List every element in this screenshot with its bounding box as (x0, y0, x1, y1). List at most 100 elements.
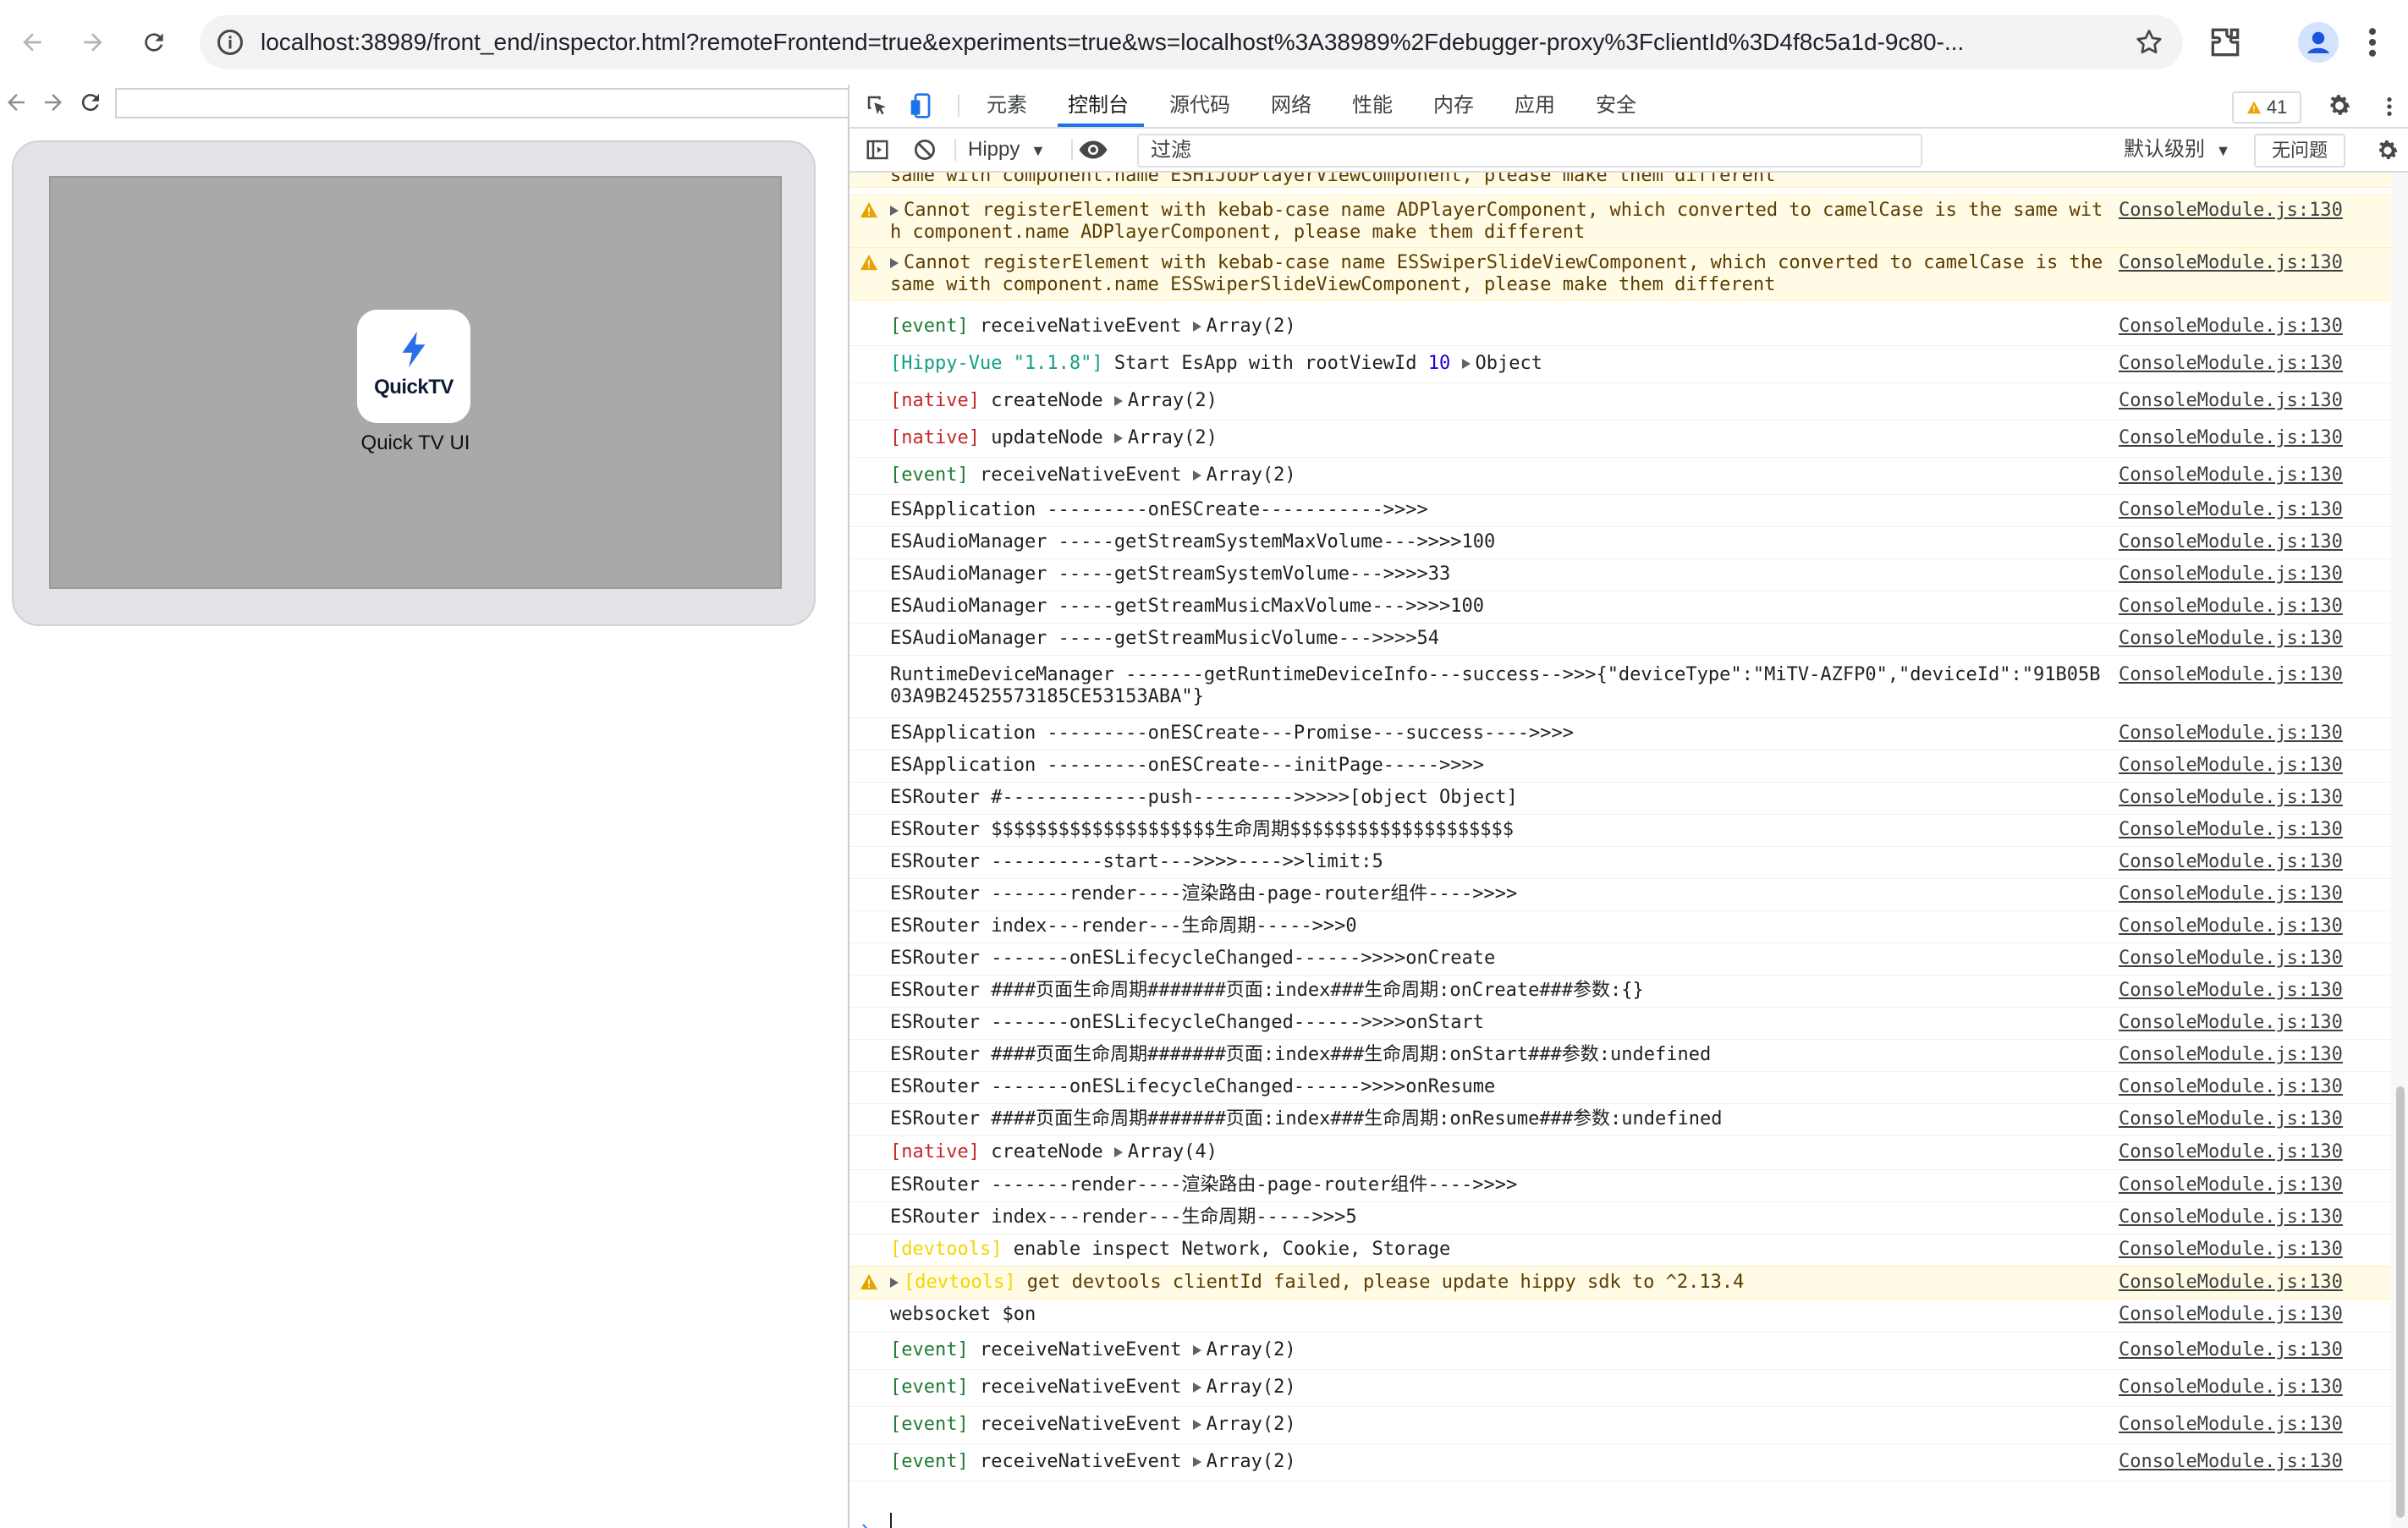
source-link[interactable]: ConsoleModule.js:130 (2119, 1414, 2343, 1436)
console-row[interactable]: ESApplication ---------onESCreate---Prom… (849, 717, 2391, 750)
source-link[interactable]: ConsoleModule.js:130 (2119, 390, 2343, 412)
console-settings-gear-icon[interactable] (2374, 137, 2401, 168)
console-row[interactable]: ESRouter ####页面生命周期#######页面:index###生命周… (849, 1103, 2391, 1136)
tab-network[interactable]: 网络 (1271, 85, 1311, 127)
source-link[interactable]: ConsoleModule.js:130 (2119, 1044, 2343, 1066)
expand-triangle-icon[interactable] (1192, 470, 1201, 481)
browser-menu-icon[interactable] (2362, 24, 2383, 61)
console-row[interactable]: [native] createNode Array(2) ConsoleModul… (849, 382, 2391, 420)
clear-console-icon[interactable] (912, 137, 937, 167)
expand-triangle-icon[interactable] (1461, 359, 1471, 369)
console-input[interactable] (890, 1513, 892, 1528)
source-link[interactable]: ConsoleModule.js:130 (2119, 1377, 2343, 1399)
console-warning-row[interactable]: [devtools] get devtools clientId failed,… (849, 1266, 2391, 1300)
scrollbar-thumb[interactable] (2396, 1086, 2405, 1518)
console-row[interactable]: [event] receiveNativeEvent Array(2) Conso… (849, 1443, 2391, 1481)
expand-triangle-icon[interactable] (1192, 1345, 1201, 1355)
bookmark-star-icon[interactable] (2134, 27, 2164, 58)
forward-icon[interactable] (69, 19, 117, 66)
preview-reload-icon[interactable] (78, 90, 103, 119)
source-link[interactable]: ConsoleModule.js:130 (2119, 1239, 2343, 1261)
source-link[interactable]: ConsoleModule.js:130 (2119, 948, 2343, 970)
source-link[interactable]: ConsoleModule.js:130 (2119, 1304, 2343, 1326)
console-row[interactable]: [event] receiveNativeEvent Array(2) Conso… (849, 1369, 2391, 1407)
source-link[interactable]: ConsoleModule.js:130 (2119, 1108, 2343, 1130)
source-link[interactable]: ConsoleModule.js:130 (2119, 1451, 2343, 1473)
expand-triangle-icon[interactable] (1113, 1147, 1123, 1157)
source-link[interactable]: ConsoleModule.js:130 (2119, 200, 2343, 222)
source-link[interactable]: ConsoleModule.js:130 (2119, 787, 2343, 809)
tab-console[interactable]: 控制台 (1068, 85, 1129, 127)
tab-application[interactable]: 应用 (1515, 85, 1555, 127)
console-row[interactable]: ESRouter -------onESLifecycleChanged----… (849, 1007, 2391, 1040)
console-row[interactable]: ESRouter #-------------push--------->>>>… (849, 782, 2391, 815)
source-link[interactable]: ConsoleModule.js:130 (2119, 1339, 2343, 1361)
back-icon[interactable] (8, 19, 56, 66)
source-link[interactable]: ConsoleModule.js:130 (2119, 755, 2343, 777)
source-link[interactable]: ConsoleModule.js:130 (2119, 1272, 2343, 1294)
console-row[interactable]: ESRouter -------onESLifecycleChanged----… (849, 1071, 2391, 1104)
console-row[interactable]: ESRouter -------render----渲染路由-page-rout… (849, 878, 2391, 911)
log-level-selector[interactable]: 默认级别 ▼ (2124, 129, 2231, 171)
expand-triangle-icon[interactable] (890, 1278, 899, 1288)
live-expression-eye-icon[interactable] (1078, 137, 1108, 167)
console-row[interactable]: ESRouter index---render---生命周期----->>>5 C… (849, 1201, 2391, 1234)
source-link[interactable]: ConsoleModule.js:130 (2119, 563, 2343, 585)
console-row[interactable]: [Hippy-Vue "1.1.8"] Start EsApp with roo… (849, 345, 2391, 383)
source-link[interactable]: ConsoleModule.js:130 (2119, 723, 2343, 745)
source-link[interactable]: ConsoleModule.js:130 (2119, 252, 2343, 274)
sidebar-toggle-icon[interactable] (865, 137, 890, 167)
tab-security[interactable]: 安全 (1596, 85, 1636, 127)
expand-triangle-icon[interactable] (1192, 1382, 1201, 1393)
source-link[interactable]: ConsoleModule.js:130 (2119, 980, 2343, 1002)
console-row[interactable]: [event] receiveNativeEvent Array(2) Conso… (849, 457, 2391, 495)
tab-elements[interactable]: 元素 (987, 85, 1027, 127)
source-link[interactable]: ConsoleModule.js:130 (2119, 819, 2343, 841)
settings-gear-icon[interactable] (2325, 91, 2354, 124)
source-link[interactable]: ConsoleModule.js:130 (2119, 1141, 2343, 1163)
console-row[interactable]: [native] updateNode Array(2) ConsoleModul… (849, 420, 2391, 458)
source-link[interactable]: ConsoleModule.js:130 (2119, 883, 2343, 905)
context-selector[interactable]: Hippy ▼ (968, 129, 1046, 171)
source-link[interactable]: ConsoleModule.js:130 (2119, 596, 2343, 618)
profile-avatar-icon[interactable] (2298, 22, 2339, 63)
warnings-count-badge[interactable]: 41 (2232, 91, 2301, 124)
devtools-menu-icon[interactable] (2384, 93, 2394, 124)
expand-triangle-icon[interactable] (1113, 396, 1123, 406)
console-row[interactable]: ESAudioManager -----getStreamSystemVolum… (849, 558, 2391, 591)
source-link[interactable]: ConsoleModule.js:130 (2119, 1076, 2343, 1098)
source-link[interactable]: ConsoleModule.js:130 (2119, 628, 2343, 650)
extensions-puzzle-icon[interactable] (2207, 24, 2244, 61)
console-warning-row[interactable]: Cannot registerElement with kebab-case n… (849, 247, 2391, 301)
source-link[interactable]: ConsoleModule.js:130 (2119, 427, 2343, 449)
preview-url-input[interactable] (115, 88, 849, 118)
source-link[interactable]: ConsoleModule.js:130 (2119, 1174, 2343, 1196)
console-row[interactable]: ESRouter ####页面生命周期#######页面:index###生命周… (849, 975, 2391, 1008)
expand-triangle-icon[interactable] (1192, 1420, 1201, 1430)
expand-triangle-icon[interactable] (890, 206, 899, 216)
console-row[interactable]: ESRouter -------render----渲染路由-page-rout… (849, 1169, 2391, 1202)
console-row[interactable]: RuntimeDeviceManager -------getRuntimeDe… (849, 655, 2391, 718)
console-row[interactable]: [event] receiveNativeEvent Array(2) Conso… (849, 1406, 2391, 1444)
console-row[interactable]: ESApplication ---------onESCreate---init… (849, 750, 2391, 783)
console-row[interactable]: [event] receiveNativeEvent Array(2) Conso… (849, 1332, 2391, 1370)
reload-icon[interactable] (130, 19, 178, 66)
expand-triangle-icon[interactable] (1192, 322, 1201, 332)
source-link[interactable]: ConsoleModule.js:130 (2119, 1012, 2343, 1034)
console-warning-row[interactable]: Cannot registerElement with kebab-case n… (849, 195, 2391, 249)
tab-sources[interactable]: 源代码 (1169, 85, 1230, 127)
source-link[interactable]: ConsoleModule.js:130 (2119, 316, 2343, 338)
expand-triangle-icon[interactable] (1113, 433, 1123, 443)
tab-performance[interactable]: 性能 (1352, 85, 1393, 127)
source-link[interactable]: ConsoleModule.js:130 (2119, 851, 2343, 873)
console-scrollbar[interactable] (2391, 173, 2408, 1528)
source-link[interactable]: ConsoleModule.js:130 (2119, 1206, 2343, 1228)
inspect-element-icon[interactable] (865, 93, 890, 123)
console-row[interactable]: [native] createNode Array(4) ConsoleModul… (849, 1135, 2391, 1170)
tab-memory[interactable]: 内存 (1433, 85, 1474, 127)
url-text[interactable]: localhost:38989/front_end/inspector.html… (261, 15, 2105, 69)
address-bar[interactable]: localhost:38989/front_end/inspector.html… (200, 15, 2183, 69)
source-link[interactable]: ConsoleModule.js:130 (2119, 499, 2343, 521)
console-row[interactable]: ESRouter index---render---生命周期----->>>0 C… (849, 910, 2391, 943)
console-row[interactable]: ESAudioManager -----getStreamMusicVolume… (849, 623, 2391, 656)
